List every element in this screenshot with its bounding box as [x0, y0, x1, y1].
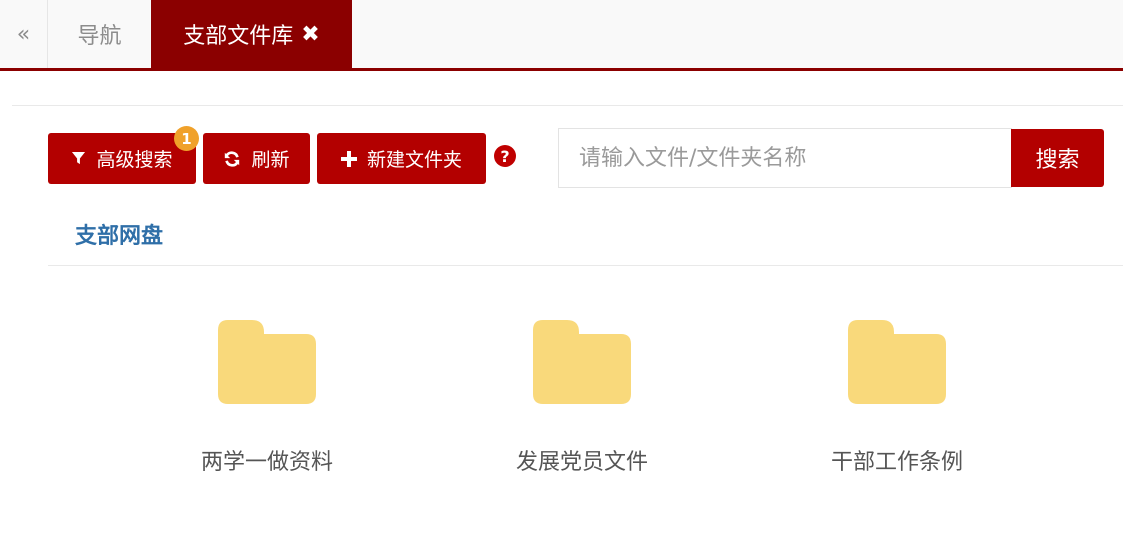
- folder-icon: [533, 320, 631, 404]
- refresh-label: 刷新: [251, 149, 290, 171]
- folder-item[interactable]: 发展党员文件: [482, 320, 682, 480]
- tab-branch-files-label: 支部文件库: [183, 24, 294, 49]
- divider: [12, 105, 1123, 106]
- breadcrumb[interactable]: 支部网盘: [75, 218, 163, 250]
- folder-name: 两学一做资料: [200, 450, 333, 475]
- help-icon[interactable]: ?: [494, 145, 516, 167]
- tab-nav[interactable]: 导航: [48, 0, 151, 68]
- advanced-search-label: 高级搜索: [96, 149, 173, 171]
- plus-icon: [340, 150, 357, 167]
- search-input[interactable]: [558, 128, 1012, 188]
- tab-branch-files[interactable]: 支部文件库 ✖: [151, 0, 352, 68]
- search-button[interactable]: 搜索: [1011, 129, 1104, 187]
- folder-icon: [218, 320, 316, 404]
- new-folder-label: 新建文件夹: [366, 149, 462, 171]
- tab-nav-label: 导航: [77, 24, 122, 49]
- refresh-icon: [223, 150, 241, 168]
- collapse-tabs-button[interactable]: «: [0, 0, 48, 68]
- folder-item[interactable]: 两学一做资料: [167, 320, 367, 480]
- divider: [48, 265, 1123, 266]
- search-button-label: 搜索: [1035, 148, 1080, 173]
- new-folder-button[interactable]: 新建文件夹: [317, 133, 486, 184]
- advanced-search-badge: 1: [174, 126, 199, 151]
- filter-icon: [71, 151, 86, 166]
- breadcrumb-root[interactable]: 支部网盘: [75, 224, 163, 249]
- tab-bar: « 导航 支部文件库 ✖: [0, 0, 1123, 71]
- close-icon[interactable]: ✖: [301, 22, 319, 47]
- folder-icon: [848, 320, 946, 404]
- double-chevron-left-icon: «: [16, 21, 31, 47]
- refresh-button[interactable]: 刷新: [203, 133, 310, 184]
- folder-name: 干部工作条例: [830, 450, 963, 475]
- folder-item[interactable]: 干部工作条例: [797, 320, 997, 480]
- folder-name: 发展党员文件: [515, 450, 648, 475]
